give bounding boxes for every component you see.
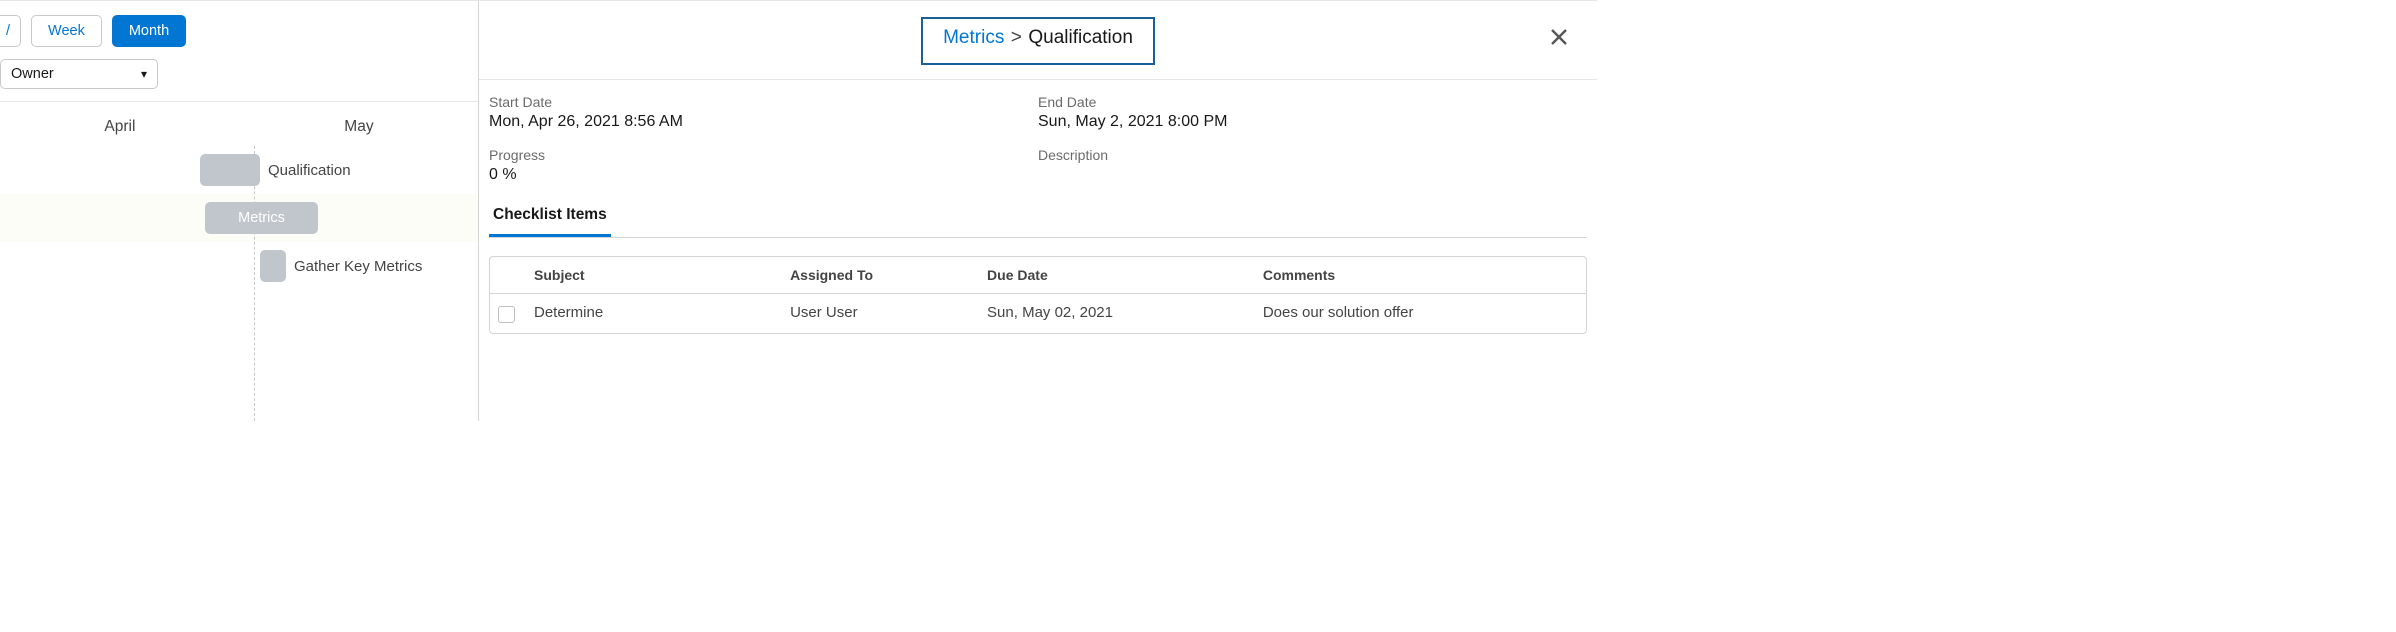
close-icon — [1548, 26, 1570, 48]
breadcrumb-current: Qualification — [1028, 27, 1133, 48]
start-date-value: Mon, Apr 26, 2021 8:56 AM — [489, 113, 1038, 131]
partial-button[interactable]: / — [0, 15, 21, 47]
calendar-section: April May Qualification Metrics Gather K… — [0, 101, 478, 421]
description-label: Description — [1038, 147, 1587, 163]
detail-grid: Start Date Mon, Apr 26, 2021 8:56 AM End… — [479, 80, 1597, 190]
cell-subject: Determine — [534, 304, 790, 321]
calendar-row: Gather Key Metrics — [0, 242, 478, 290]
row-checkbox[interactable] — [498, 306, 515, 323]
breadcrumb-separator: > — [1011, 27, 1022, 48]
month-button[interactable]: Month — [112, 15, 186, 47]
tabs-row: Checklist Items — [479, 190, 1597, 237]
bar-metrics-label: Metrics — [238, 210, 285, 226]
owner-select[interactable]: Owner ▾ — [0, 59, 158, 89]
cell-comments: Does our solution offer — [1263, 304, 1578, 321]
col-assigned-to: Assigned To — [790, 267, 987, 283]
start-date-field: Start Date Mon, Apr 26, 2021 8:56 AM — [489, 94, 1038, 131]
calendar-row: Metrics — [0, 194, 478, 242]
checklist-table: Subject Assigned To Due Date Comments De… — [489, 256, 1587, 334]
end-date-field: End Date Sun, May 2, 2021 8:00 PM — [1038, 94, 1587, 131]
bar-label-gather: Gather Key Metrics — [294, 258, 422, 275]
right-pane: Metrics > Qualification Start Date Mon, … — [478, 1, 1597, 421]
progress-label: Progress — [489, 147, 1038, 163]
breadcrumb-row: Metrics > Qualification — [479, 1, 1597, 80]
month-header: April May — [0, 102, 478, 146]
breadcrumb-parent-link[interactable]: Metrics — [943, 27, 1004, 48]
progress-field: Progress 0 % — [489, 147, 1038, 184]
col-subject: Subject — [534, 267, 790, 283]
progress-value: 0 % — [489, 166, 1038, 184]
start-date-label: Start Date — [489, 94, 1038, 110]
col-comments: Comments — [1263, 267, 1578, 283]
owner-select-label: Owner — [11, 66, 54, 82]
owner-select-row: Owner ▾ — [0, 59, 478, 101]
table-header-row: Subject Assigned To Due Date Comments — [490, 257, 1586, 294]
chevron-down-icon: ▾ — [141, 67, 147, 81]
end-date-label: End Date — [1038, 94, 1587, 110]
cell-assigned-to: User User — [790, 304, 987, 321]
close-button[interactable] — [1545, 23, 1573, 51]
breadcrumb: Metrics > Qualification — [921, 17, 1155, 65]
calendar-rows: Qualification Metrics Gather Key Metrics — [0, 146, 478, 421]
view-toggle-toolbar: / Week Month — [0, 1, 478, 59]
month-label-april: April — [104, 118, 135, 136]
bar-label-qualification: Qualification — [268, 162, 351, 179]
left-pane: / Week Month Owner ▾ April May Qualifica… — [0, 1, 478, 421]
bar-gather-key-metrics[interactable] — [260, 250, 286, 282]
week-button[interactable]: Week — [31, 15, 102, 47]
end-date-value: Sun, May 2, 2021 8:00 PM — [1038, 113, 1587, 131]
col-due-date: Due Date — [987, 267, 1263, 283]
description-field: Description — [1038, 147, 1587, 184]
cell-due-date: Sun, May 02, 2021 — [987, 304, 1263, 321]
bar-metrics[interactable]: Metrics — [205, 202, 318, 234]
tabs-underline — [489, 237, 1587, 238]
month-label-may: May — [344, 118, 373, 136]
calendar-row: Qualification — [0, 146, 478, 194]
bar-qualification[interactable] — [200, 154, 260, 186]
tab-checklist-items[interactable]: Checklist Items — [489, 200, 611, 237]
table-row: Determine User User Sun, May 02, 2021 Do… — [490, 294, 1586, 333]
